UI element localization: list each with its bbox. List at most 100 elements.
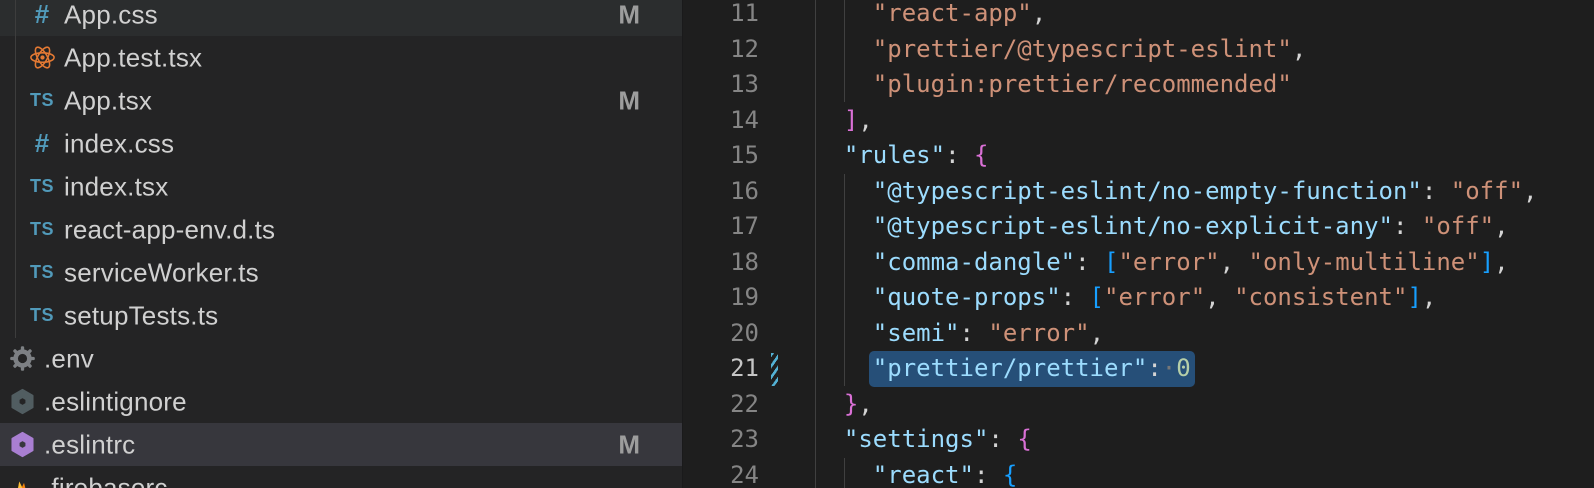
file-row-index-css[interactable]: #index.css — [0, 122, 682, 165]
token-pun: : — [945, 141, 959, 169]
code-line-14[interactable]: 14 ], — [683, 103, 1594, 139]
file-row-eslintrc[interactable]: .eslintrcM — [0, 423, 682, 466]
code-line-15[interactable]: 15 "rules": { — [683, 138, 1594, 174]
code-line-20[interactable]: 20 "semi": "error", — [683, 316, 1594, 352]
code-line-24[interactable]: 24 "react": { — [683, 458, 1594, 488]
typescript-icon: TS — [28, 87, 56, 115]
line-number[interactable]: 13 — [683, 67, 759, 103]
code-line-11[interactable]: 11 "react-app", — [683, 0, 1594, 32]
token-pun: : — [974, 461, 988, 488]
typescript-icon: TS — [28, 259, 56, 287]
file-row-serviceworker-ts[interactable]: TSserviceWorker.ts — [0, 251, 682, 294]
token-pun: : — [1393, 212, 1407, 240]
code-editor[interactable]: 11 "react-app",12 "prettier/@typescript-… — [682, 0, 1594, 488]
token-bl: [ — [1104, 248, 1118, 276]
token-pun: : — [1422, 177, 1436, 205]
token-str: "react-app" — [873, 0, 1032, 27]
token-whitespace — [815, 425, 844, 453]
token-key: "@typescript-eslint/no-explicit-any" — [873, 212, 1393, 240]
line-number[interactable]: 24 — [683, 458, 759, 488]
file-label: .eslintrc — [44, 429, 135, 460]
code-line-23[interactable]: 23 "settings": { — [683, 422, 1594, 458]
token-pun: , — [1523, 177, 1537, 205]
file-row-index-tsx[interactable]: TSindex.tsx — [0, 165, 682, 208]
line-number[interactable]: 23 — [683, 422, 759, 458]
code-line-12[interactable]: 12 "prettier/@typescript-eslint", — [683, 32, 1594, 68]
token-whitespace — [815, 177, 873, 205]
code-text: "prettier/prettier":·0 — [815, 351, 1191, 387]
code-line-19[interactable]: 19 "quote-props": ["error", "consistent"… — [683, 280, 1594, 316]
file-row-firebaserc[interactable]: .firebaserc — [0, 466, 682, 488]
token-pk: } — [844, 390, 858, 418]
line-number[interactable]: 22 — [683, 387, 759, 423]
code-line-13[interactable]: 13 "plugin:prettier/recommended" — [683, 67, 1594, 103]
token-pun: , — [1090, 319, 1104, 347]
file-row-react-app-env-d-ts[interactable]: TS react-app-env.d.ts — [0, 208, 682, 251]
line-number[interactable]: 16 — [683, 174, 759, 210]
token-whitespace — [1075, 283, 1089, 311]
file-row-env[interactable]: .env — [0, 337, 682, 380]
line-number[interactable]: 18 — [683, 245, 759, 281]
token-whitespace — [974, 319, 988, 347]
token-whitespace — [815, 141, 844, 169]
line-number[interactable]: 12 — [683, 32, 759, 68]
file-row-app-test-tsx[interactable]: App.test.tsx — [0, 36, 682, 79]
code-text: "settings": { — [815, 422, 1032, 458]
token-pun: , — [858, 106, 872, 134]
typescript-icon: TS — [28, 302, 56, 330]
code-text: "@typescript-eslint/no-explicit-any": "o… — [815, 209, 1509, 245]
token-str: "off" — [1451, 177, 1523, 205]
token-whitespace — [815, 212, 873, 240]
gear-icon — [8, 345, 36, 373]
line-number[interactable]: 14 — [683, 103, 759, 139]
token-str: "plugin:prettier/recommended" — [873, 70, 1292, 98]
code-text: ], — [815, 103, 873, 139]
token-bl: ] — [1480, 248, 1494, 276]
file-label: .firebaserc — [44, 472, 168, 488]
line-number[interactable]: 20 — [683, 316, 759, 352]
line-number[interactable]: 19 — [683, 280, 759, 316]
line-number[interactable]: 21 — [683, 351, 759, 387]
token-whitespace — [960, 141, 974, 169]
code-text: "prettier/@typescript-eslint", — [815, 32, 1306, 68]
file-row-app-tsx[interactable]: TSApp.tsxM — [0, 79, 682, 122]
file-list: #App.cssMApp.test.tsxTSApp.tsxM#index.cs… — [0, 0, 682, 488]
code-line-16[interactable]: 16 "@typescript-eslint/no-empty-function… — [683, 174, 1594, 210]
gutter-modified-indicator[interactable] — [771, 353, 778, 386]
code-line-22[interactable]: 22 }, — [683, 387, 1594, 423]
token-str: "error" — [1118, 248, 1219, 276]
typescript-icon: TS — [28, 216, 56, 244]
code-line-17[interactable]: 17 "@typescript-eslint/no-explicit-any":… — [683, 209, 1594, 245]
vscode-window: #App.cssMApp.test.tsxTSApp.tsxM#index.cs… — [0, 0, 1594, 488]
line-number[interactable]: 11 — [683, 0, 759, 32]
line-number[interactable]: 15 — [683, 138, 759, 174]
token-whitespace — [1090, 248, 1104, 276]
token-num: 0 — [1176, 354, 1190, 382]
token-whitespace — [815, 354, 873, 382]
token-pk: ] — [844, 106, 858, 134]
react-icon — [28, 44, 56, 72]
code-line-21[interactable]: 21 "prettier/prettier":·0 — [683, 351, 1594, 387]
file-label: setupTests.ts — [64, 300, 218, 331]
file-label: react-app-env.d.ts — [64, 214, 275, 245]
firebase-icon — [8, 474, 36, 488]
code-line-18[interactable]: 18 "comma-dangle": ["error", "only-multi… — [683, 245, 1594, 281]
file-row-eslintignore[interactable]: .eslintignore — [0, 380, 682, 423]
selection-highlight: "prettier/prettier":·0 — [869, 351, 1195, 387]
token-pun: : — [1075, 248, 1089, 276]
code-text: "quote-props": ["error", "consistent"], — [815, 280, 1436, 316]
token-key: "comma-dangle" — [873, 248, 1075, 276]
token-key: "settings" — [844, 425, 989, 453]
code-lines: 11 "react-app",12 "prettier/@typescript-… — [683, 0, 1594, 488]
line-number[interactable]: 17 — [683, 209, 759, 245]
token-str: "prettier/@typescript-eslint" — [873, 35, 1292, 63]
file-label: .env — [44, 343, 94, 374]
token-bl: ] — [1407, 283, 1421, 311]
file-explorer: #App.cssMApp.test.tsxTSApp.tsxM#index.cs… — [0, 0, 682, 488]
token-pun: , — [1205, 283, 1219, 311]
file-label: .eslintignore — [44, 386, 187, 417]
file-row-app-css[interactable]: #App.cssM — [0, 0, 682, 36]
code-text: "semi": "error", — [815, 316, 1104, 352]
file-row-setuptests-ts[interactable]: TS setupTests.ts — [0, 294, 682, 337]
tree-indent-guide — [15, 0, 16, 338]
